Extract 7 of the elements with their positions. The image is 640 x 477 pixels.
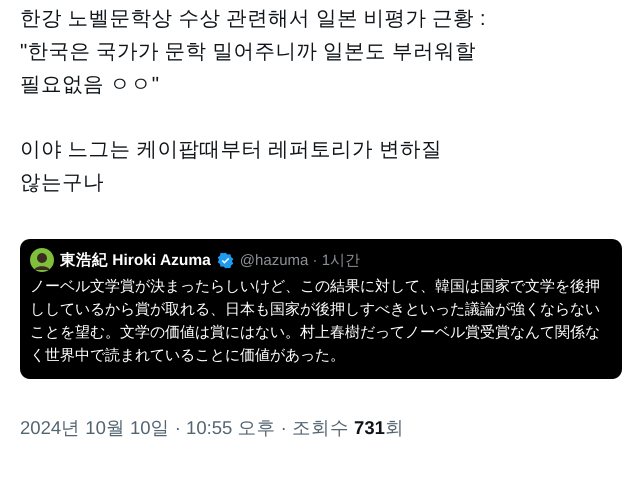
avatar-icon (30, 248, 54, 272)
author-name: 東浩紀 Hiroki Azuma (60, 250, 211, 270)
post-timestamp: 2024년 10월 10일 · 10:55 오후 · 조회수 731회 (20, 416, 405, 440)
post-text: 한강 노벨문학상 수상 관련해서 일본 비평가 근황 : "한국은 국가가 문학 밀어주니까 일본도 부러워할 필요없음 ㅇㅇ" (20, 6, 487, 98)
quoted-text: ノーベル文学賞が決まったらしいけど、この結果に対して、韓国は国家で文学を後押ししているから賞が取れる、日本も国家が後押しすべきといった議論が強くならないことを望む。文学の価値は賞にはない。村上春樹だってノーベル賞受賞なんて関係なく世界中で読まれていることに価値があった。 (30, 277, 601, 366)
author-handle: @hazuma · 1시간 (240, 250, 360, 270)
post-text: 이야 느그는 케이팝때부터 레퍼토리가 변하질 않는구나 (20, 137, 443, 196)
